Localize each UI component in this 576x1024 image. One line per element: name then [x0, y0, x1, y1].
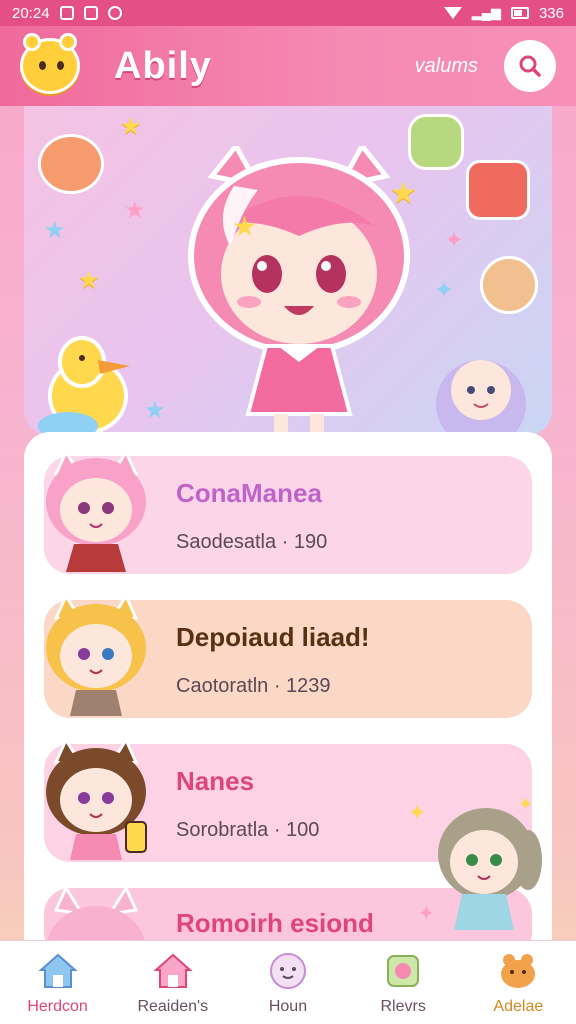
duck-sticker-icon	[38, 336, 130, 436]
nav-label: Adelae	[493, 997, 544, 1015]
cube-sticker-icon	[466, 160, 530, 220]
nav-item-adelae[interactable]: Adelae	[463, 950, 573, 1016]
star-icon: ★	[124, 197, 146, 224]
nav-label: Reaiden's	[137, 997, 209, 1015]
svg-text:★: ★	[232, 211, 257, 242]
star-icon: ★	[78, 267, 100, 294]
app-logo-icon[interactable]	[20, 33, 80, 94]
svg-text:✦: ✦	[418, 903, 435, 925]
floating-character-icon: ✦ ✦ ✦	[408, 794, 542, 930]
list-item[interactable]: ConaManea Saodesatla · 190	[44, 448, 532, 574]
character-avatar-icon	[46, 592, 146, 716]
nav-item-home[interactable]: Herdcon	[3, 950, 113, 1016]
status-left: 20:24	[12, 5, 122, 22]
status-battery-text: 336	[538, 4, 564, 22]
status-right: ▂▄▆ 336	[443, 4, 564, 22]
list-item[interactable]: Depoiaud liaad! Caotoratln · 1239	[44, 592, 532, 718]
status-bar: 20:24 ▂▄▆ 336	[0, 0, 576, 26]
svg-text:✦: ✦	[408, 800, 426, 825]
card-title: ConaManea	[176, 478, 322, 508]
nav-label: Herdcon	[27, 997, 88, 1015]
svg-text:✦: ✦	[518, 794, 533, 814]
search-icon	[519, 55, 541, 77]
card-info: ConaManea Saodesatla · 190	[176, 478, 327, 554]
app-header: Abily valums	[0, 26, 576, 106]
hero-character-image: ★	[188, 146, 410, 432]
character-avatar-icon	[46, 736, 147, 860]
hat-sticker-icon	[38, 134, 104, 194]
wifi-icon	[443, 7, 462, 19]
card-subtitle: Caotoratln · 1239	[176, 675, 331, 697]
nav-item-houn[interactable]: Houn	[233, 950, 343, 1016]
bottom-nav: Herdcon Reaiden's Houn Rlevrs Adelae	[0, 940, 576, 1024]
card-title: Romoirh esiond	[176, 908, 374, 938]
face-icon	[269, 952, 306, 989]
notification-icon	[59, 6, 74, 20]
star-icon: ★	[44, 217, 66, 244]
home-icon	[37, 953, 78, 988]
star-icon: ✦	[444, 227, 465, 254]
star-icon: ★	[120, 113, 142, 140]
house-icon	[153, 953, 193, 988]
search-button[interactable]	[504, 40, 556, 92]
hero-banner[interactable]: ★ ★ ★ ★ ★ ★ ✦ ✦ ★	[24, 106, 552, 436]
mascot-icon	[501, 953, 536, 988]
signal-icon: ▂▄▆	[471, 5, 501, 20]
nav-label: Houn	[268, 997, 308, 1015]
card-info: Nanes Sorobratla · 100	[176, 766, 319, 842]
bear-sticker-icon	[480, 256, 538, 314]
app-notification-icon	[107, 6, 122, 20]
nav-label: Rlevrs	[380, 997, 426, 1015]
nav-item-rlevrs[interactable]: Rlevrs	[348, 950, 458, 1016]
character-avatar-icon	[46, 448, 146, 572]
battery-icon	[510, 7, 529, 19]
card-subtitle: Sorobratla · 100	[176, 819, 320, 841]
card-title: Depoiaud liaad!	[176, 622, 370, 652]
sticker-icon	[387, 954, 420, 987]
star-icon: ✦	[434, 277, 455, 304]
card-subtitle: Saodesatla · 190	[176, 531, 328, 553]
gallery-icon	[83, 6, 98, 20]
card-info: Depoiaud liaad! Caotoratln · 1239	[176, 622, 370, 698]
girl-sticker-icon	[436, 360, 526, 436]
card-title: Nanes	[176, 766, 255, 796]
header-link[interactable]: valums	[415, 55, 478, 78]
nav-item-residents[interactable]: Reaiden's	[118, 950, 228, 1016]
status-time: 20:24	[12, 4, 50, 22]
app-title: Abily	[114, 44, 212, 87]
